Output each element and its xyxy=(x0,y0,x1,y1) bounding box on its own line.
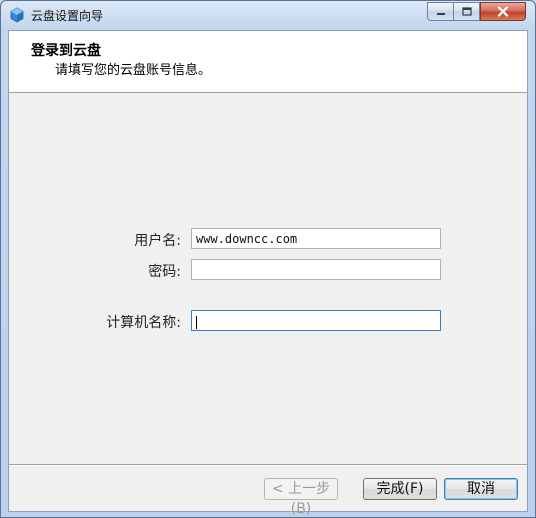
cloud-app-icon xyxy=(10,7,24,23)
cancel-button[interactable]: 取消 xyxy=(444,478,518,500)
computer-name-input[interactable] xyxy=(191,310,441,331)
text-caret xyxy=(196,316,197,329)
wizard-window: 云盘设置向导 登录到云盘 请填写您的云盘账号信息。 用户名: 密码: 计算 xyxy=(0,0,536,518)
minimize-button[interactable] xyxy=(427,2,454,21)
title-bar[interactable]: 云盘设置向导 xyxy=(1,1,535,29)
password-label: 密码: xyxy=(148,264,181,280)
username-label: 用户名: xyxy=(134,233,181,249)
finish-button[interactable]: 完成(F) xyxy=(363,478,437,500)
close-icon xyxy=(497,6,509,17)
computer-name-label: 计算机名称: xyxy=(106,315,181,331)
page-title: 登录到云盘 xyxy=(31,43,101,59)
maximize-icon xyxy=(461,7,472,16)
password-input[interactable] xyxy=(191,259,441,280)
button-separator xyxy=(9,464,527,466)
maximize-button[interactable] xyxy=(453,2,480,21)
wizard-header: 登录到云盘 请填写您的云盘账号信息。 xyxy=(9,31,527,93)
window-title: 云盘设置向导 xyxy=(31,9,104,23)
username-input[interactable] xyxy=(191,228,441,249)
wizard-client-area: 登录到云盘 请填写您的云盘账号信息。 用户名: 密码: 计算机名称: < 上一步… xyxy=(8,30,528,517)
minimize-icon xyxy=(436,12,445,15)
close-button[interactable] xyxy=(480,2,526,21)
page-subtitle: 请填写您的云盘账号信息。 xyxy=(55,63,212,78)
back-button[interactable]: < 上一步(B) xyxy=(264,478,338,517)
